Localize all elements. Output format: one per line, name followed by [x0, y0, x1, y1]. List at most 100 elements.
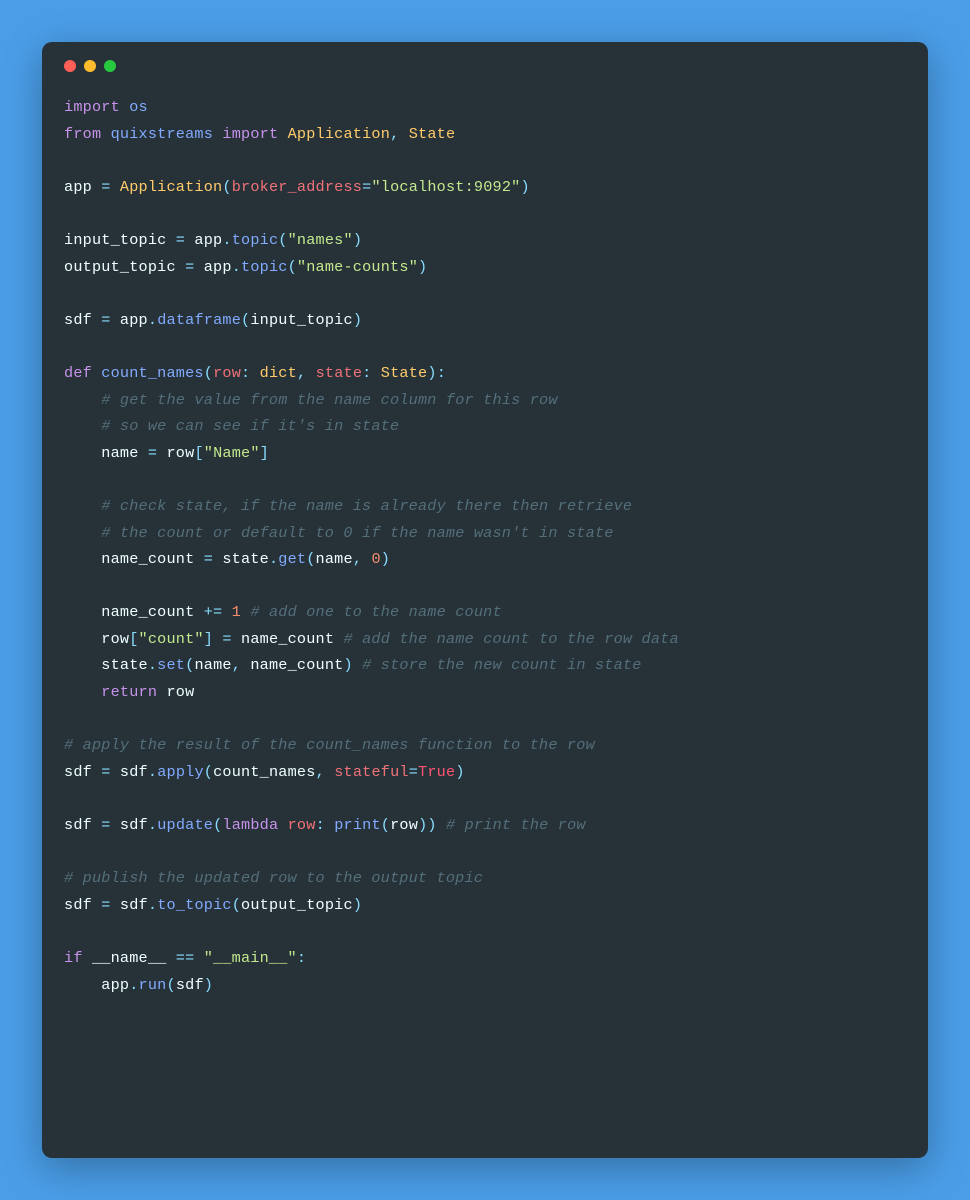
comment: # publish the updated row to the output …: [64, 869, 483, 887]
bracket: ]: [204, 630, 213, 648]
op-eq: =: [92, 816, 120, 834]
var-name: name: [101, 444, 138, 462]
maximize-icon[interactable]: [104, 60, 116, 72]
string-count: "count": [139, 630, 204, 648]
num-one: 1: [232, 603, 241, 621]
var-name-count: name_count: [241, 630, 334, 648]
minimize-icon[interactable]: [84, 60, 96, 72]
comment: # store the new count in state: [353, 656, 642, 674]
param-state: state: [316, 364, 363, 382]
comment: # print the row: [437, 816, 586, 834]
code-block: import os from quixstreams import Applic…: [64, 94, 906, 998]
fn-topic: topic: [241, 258, 288, 276]
paren: (: [222, 178, 231, 196]
op-eq: =: [166, 231, 194, 249]
dot: .: [148, 896, 157, 914]
op-eq-eq: ==: [166, 949, 203, 967]
module-quixstreams: quixstreams: [111, 125, 213, 143]
comment: # check state, if the name is already th…: [101, 497, 632, 515]
fn-update: update: [157, 816, 213, 834]
string-name: "Name": [204, 444, 260, 462]
code-window: import os from quixstreams import Applic…: [42, 42, 928, 1158]
dot: .: [148, 656, 157, 674]
paren: ): [455, 763, 464, 781]
dot: .: [269, 550, 278, 568]
var-row: row: [157, 683, 194, 701]
comma: ,: [232, 656, 251, 674]
param-stateful: stateful: [334, 763, 409, 781]
paren: (: [241, 311, 250, 329]
op-eq: =: [92, 311, 120, 329]
comma: ,: [297, 364, 316, 382]
paren: ): [418, 258, 427, 276]
close-icon[interactable]: [64, 60, 76, 72]
colon: :: [297, 949, 306, 967]
paren: (: [381, 816, 390, 834]
var-app: app: [204, 258, 232, 276]
paren: (: [213, 816, 222, 834]
var-row: row: [101, 630, 129, 648]
class-application: Application: [288, 125, 390, 143]
class-application: Application: [120, 178, 222, 196]
bool-true: True: [418, 763, 455, 781]
var-sdf: sdf: [64, 816, 92, 834]
keyword-if: if: [64, 949, 83, 967]
fn-count-names: count_names: [101, 364, 203, 382]
param-row: row: [213, 364, 241, 382]
comment: # apply the result of the count_names fu…: [64, 736, 595, 754]
var-name-count: name_count: [101, 550, 194, 568]
op-assign: =: [409, 763, 418, 781]
var-name-count: name_count: [101, 603, 194, 621]
var-input-topic: input_topic: [250, 311, 352, 329]
var-sdf: sdf: [120, 816, 148, 834]
paren: ): [344, 656, 353, 674]
fn-get: get: [278, 550, 306, 568]
paren: (: [278, 231, 287, 249]
class-state: State: [409, 125, 456, 143]
var-row: row: [390, 816, 418, 834]
fn-dataframe: dataframe: [157, 311, 241, 329]
keyword-import: import: [222, 125, 278, 143]
paren: (: [204, 364, 213, 382]
op-eq: =: [176, 258, 204, 276]
colon: :: [362, 364, 381, 382]
keyword-import: import: [64, 98, 120, 116]
var-app: app: [64, 178, 92, 196]
keyword-def: def: [64, 364, 92, 382]
var-app: app: [101, 976, 129, 994]
keyword-return: return: [101, 683, 157, 701]
var-sdf: sdf: [64, 311, 92, 329]
comma: ,: [316, 763, 335, 781]
comma: ,: [390, 125, 409, 143]
string-localhost: "localhost:9092": [371, 178, 520, 196]
bracket: [: [129, 630, 138, 648]
var-name: name: [194, 656, 231, 674]
paren: ): [204, 976, 213, 994]
num-zero: 0: [371, 550, 380, 568]
comment: # add one to the name count: [241, 603, 502, 621]
paren: ): [427, 816, 436, 834]
op-plus-eq: +=: [194, 603, 231, 621]
dot: .: [148, 311, 157, 329]
dot: .: [148, 816, 157, 834]
keyword-lambda: lambda: [222, 816, 278, 834]
colon: :: [316, 816, 335, 834]
bracket: ]: [260, 444, 269, 462]
var-state: state: [222, 550, 269, 568]
var-sdf: sdf: [64, 763, 92, 781]
type-state: State: [381, 364, 428, 382]
comment: # add the name count to the row data: [334, 630, 679, 648]
paren: ): [353, 231, 362, 249]
dot: .: [129, 976, 138, 994]
comma: ,: [353, 550, 372, 568]
fn-to-topic: to_topic: [157, 896, 232, 914]
paren: ): [353, 311, 362, 329]
var-name: name: [316, 550, 353, 568]
paren: (: [232, 896, 241, 914]
param-row: row: [278, 816, 315, 834]
fn-print: print: [334, 816, 381, 834]
comment: # the count or default to 0 if the name …: [101, 524, 613, 542]
op-eq: =: [92, 763, 120, 781]
paren: ): [427, 364, 436, 382]
bracket: [: [194, 444, 203, 462]
